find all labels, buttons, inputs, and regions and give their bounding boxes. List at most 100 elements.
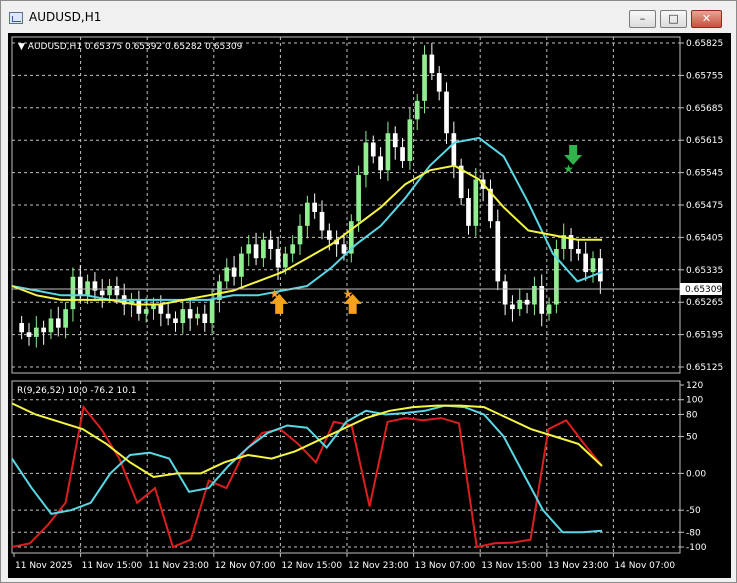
osc-line: [11, 404, 603, 534]
candle-body: [77, 276, 83, 296]
chart-canvas[interactable]: ★ ★★ 0.658250.657550.656850.656150.655450…: [8, 33, 731, 578]
candle-body: [63, 309, 68, 328]
candle-body: [319, 211, 325, 231]
candle-body: [187, 309, 193, 319]
price-tick-label: 0.65825: [686, 39, 723, 49]
osc-tick-label: 100: [686, 396, 703, 406]
candle-body: [451, 133, 457, 166]
candle-body: [114, 286, 120, 296]
candle-body: [422, 54, 427, 101]
maximize-icon: □: [668, 12, 679, 25]
candle-body: [195, 313, 200, 319]
time-tick-label: 11 Nov 2025: [15, 561, 73, 571]
chart-area[interactable]: ★ ★ ★ 0.65825 0.65755 0.65685 0.65615 0.65545 0…: [8, 33, 731, 578]
candle-body: [576, 248, 581, 254]
candle-body: [209, 299, 215, 324]
osc-tick-label: -50: [686, 506, 701, 516]
osc-tick-label: -100: [686, 543, 707, 553]
candle-body: [370, 142, 376, 157]
candle-body: [253, 244, 259, 259]
candle-body: [341, 244, 347, 254]
price-tick-label: 0.65335: [686, 266, 723, 276]
candle-body: [597, 258, 603, 282]
time-tick-label: 13 Nov 15:00: [481, 561, 542, 571]
price-tick-label: 0.65125: [686, 363, 723, 373]
candle-body: [473, 179, 479, 226]
time-tick-label: 14 Nov 07:00: [614, 561, 675, 571]
candle-body: [583, 253, 589, 273]
osc-tick-label: -80: [686, 528, 701, 538]
current-price-text: 0.65309: [685, 285, 722, 295]
chart-window-icon: [9, 12, 23, 24]
candle-body: [19, 323, 25, 333]
candle-body: [326, 230, 332, 240]
main-panel-info: ▼ AUDUSD,H1 0.65375 0.65392 0.65282 0.65…: [18, 42, 243, 52]
candle-body: [568, 235, 574, 249]
minimize-button[interactable]: –: [629, 10, 656, 28]
candle-body: [414, 100, 420, 120]
candle-body: [239, 253, 244, 277]
candle-body: [99, 290, 105, 296]
candle-body: [297, 225, 303, 245]
candle-body: [224, 267, 230, 282]
maximize-button[interactable]: □: [660, 10, 687, 28]
osc-tick-label: 0.00: [686, 469, 706, 479]
signal-star: ★: [563, 162, 574, 176]
time-tick-label: 12 Nov 23:00: [348, 561, 409, 571]
price-tick-label: 0.65195: [686, 331, 723, 341]
candle-body: [407, 119, 413, 162]
minimize-icon: –: [639, 12, 646, 25]
candle-body: [444, 91, 449, 134]
candle-body: [107, 286, 112, 296]
osc-tick-label: 120: [686, 381, 703, 391]
candle-body: [392, 133, 398, 148]
osc-tick-label: 50: [686, 433, 698, 443]
candle-body: [268, 239, 274, 249]
candle-body: [356, 174, 361, 222]
time-tick-label: 11 Nov 23:00: [148, 561, 209, 571]
axes: 0.65825 0.65755 0.65685 0.65615 0.65545 0.654…: [13, 39, 723, 571]
candle-body: [363, 142, 369, 175]
candle-body: [261, 239, 266, 259]
time-tick-label: 13 Nov 07:00: [415, 561, 476, 571]
candle-body: [502, 281, 508, 305]
price-tick-label: 0.65405: [686, 233, 723, 243]
candle-body: [165, 313, 171, 319]
candle-body: [246, 244, 252, 254]
title-bar[interactable]: AUDUSD,H1 – □ ✕: [1, 1, 736, 33]
main-panel-frame: [11, 36, 681, 374]
price-tick-label: 0.65755: [686, 71, 723, 81]
price-tick-label: 0.65475: [686, 201, 723, 211]
candles: [19, 43, 603, 348]
candle-body: [70, 276, 76, 310]
candle-body: [143, 309, 149, 314]
chart-window: AUDUSD,H1 – □ ✕ ★ ★ ★ 0.65825 0.65755 0.6568…: [0, 0, 737, 583]
indicator-panel-frame: [11, 380, 681, 554]
candle-body: [524, 299, 530, 305]
candle-body: [202, 313, 208, 324]
price-tick-label: 0.65265: [686, 298, 723, 308]
price-tick-label: 0.65685: [686, 104, 723, 114]
price-tick-label: 0.65615: [686, 136, 723, 146]
candle-body: [180, 309, 186, 324]
candle-body: [85, 281, 90, 296]
candle-body: [41, 327, 46, 333]
candle-body: [48, 318, 54, 333]
candle-body: [173, 318, 178, 324]
candle-body: [385, 133, 391, 171]
oscillator-lines: [11, 402, 603, 549]
candle-body: [231, 267, 237, 277]
candle-body: [546, 304, 552, 314]
candle-body: [312, 202, 318, 212]
candle-body: [290, 244, 296, 254]
candle-body: [275, 248, 281, 268]
close-button[interactable]: ✕: [691, 10, 722, 28]
time-tick-label: 11 Nov 15:00: [82, 561, 143, 571]
candle-body: [429, 54, 435, 74]
candle-body: [436, 73, 442, 92]
candle-body: [517, 299, 523, 310]
candle-body: [136, 299, 142, 314]
candle-body: [26, 332, 32, 337]
candle-body: [539, 286, 545, 314]
candle-body: [590, 258, 596, 273]
